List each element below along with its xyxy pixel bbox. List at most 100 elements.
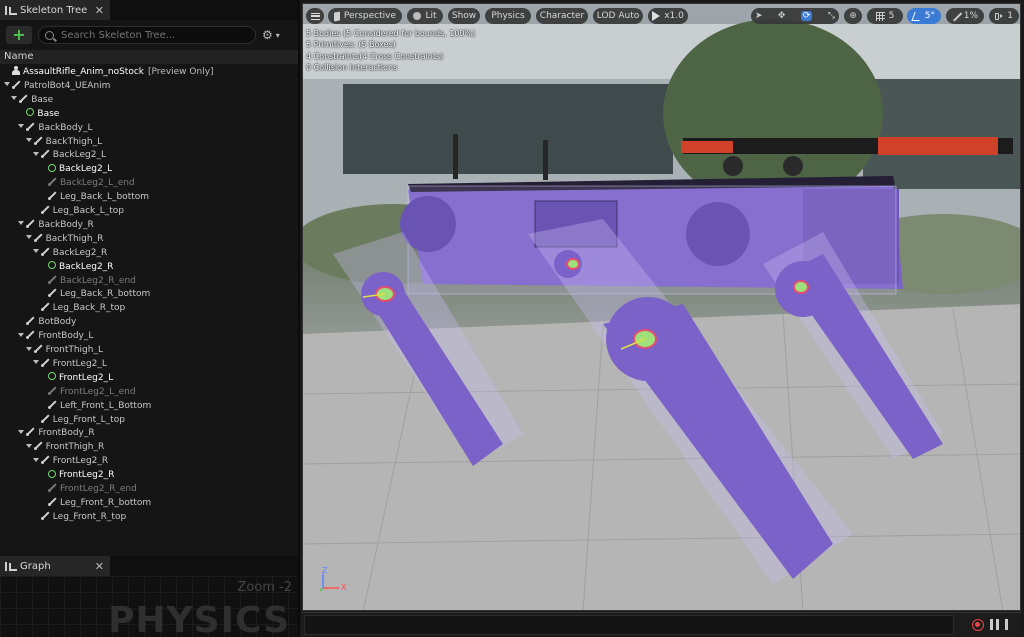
tree-row[interactable]: FrontBody_R (0, 427, 316, 441)
timeline-track[interactable] (304, 615, 954, 635)
bone-icon (48, 483, 57, 492)
scale-icon[interactable]: ⤡ (828, 11, 835, 21)
expand-arrow-icon[interactable] (4, 82, 10, 87)
expand-arrow-icon[interactable] (11, 96, 18, 101)
search-input[interactable] (59, 28, 233, 42)
zoom-label: Zoom -2 (237, 580, 292, 595)
tree-row[interactable]: Base (0, 108, 316, 122)
viewport-menu-button[interactable] (306, 8, 324, 24)
camera-speed-button[interactable]: 1 (989, 8, 1019, 24)
lod-button[interactable]: LOD Auto (593, 8, 643, 24)
pause-button[interactable] (990, 619, 999, 630)
tree-row[interactable]: BackLeg2_L_end (0, 177, 338, 191)
tree-row[interactable]: FrontThigh_L (0, 344, 324, 358)
expand-arrow-icon[interactable] (32, 360, 39, 365)
tree-row-label: BackThigh_R (45, 233, 104, 244)
angle-snap-button[interactable]: 5° (907, 8, 941, 24)
bone-icon (40, 455, 50, 465)
expand-arrow-icon[interactable] (25, 138, 32, 142)
column-header-name[interactable]: Name (0, 50, 298, 64)
perspective-button[interactable]: Perspective (328, 8, 402, 24)
perspective-cube-icon (334, 10, 340, 22)
tab-skeleton-tree[interactable]: Skeleton Tree ✕ (0, 0, 110, 20)
expand-arrow-icon[interactable] (18, 124, 25, 129)
tree-row[interactable]: BackThigh_R (0, 233, 324, 247)
step-button[interactable] (1005, 619, 1008, 630)
search-icon (45, 30, 54, 40)
expand-arrow-icon[interactable] (25, 235, 32, 240)
tree-row[interactable]: FrontLeg2_L (0, 358, 331, 372)
tree-row-label: Leg_Back_L_top (52, 206, 125, 216)
bone-icon (40, 414, 50, 423)
tree-row[interactable]: BackLeg2_L (0, 149, 331, 163)
tree-row[interactable]: Leg_Back_R_top (0, 302, 331, 316)
tree-row[interactable]: Leg_Front_R_bottom (0, 497, 338, 511)
transform-tools: ➤ ✥ ⟳ ⤡ (751, 8, 839, 24)
tree-row[interactable]: BackLeg2_R (0, 261, 338, 275)
tree-row[interactable]: BotBody (0, 316, 316, 330)
tree-row[interactable]: PatrolBot4_UEAnim (0, 80, 302, 94)
tree-row[interactable]: FrontLeg2_R (0, 455, 331, 469)
wheel-1 (723, 156, 743, 176)
tree-row[interactable]: BackBody_R (0, 219, 316, 233)
tree-row[interactable]: FrontLeg2_R (0, 469, 338, 483)
close-icon[interactable]: ✕ (95, 4, 104, 17)
bone-icon (48, 177, 57, 187)
tree-row[interactable]: Leg_Back_L_bottom (0, 191, 338, 205)
expand-arrow-icon[interactable] (32, 457, 39, 462)
tree-row[interactable]: Left_Front_L_Bottom (0, 400, 338, 414)
search-box[interactable] (38, 26, 256, 44)
expand-arrow-icon[interactable] (18, 332, 25, 337)
coordinate-space-button[interactable]: ⊕ (844, 8, 862, 24)
tab-graph[interactable]: Graph ✕ (0, 556, 110, 576)
tree-row[interactable]: BackLeg2_R (0, 247, 331, 261)
select-arrow-icon[interactable]: ➤ (755, 11, 763, 21)
expand-arrow-icon[interactable] (18, 221, 25, 226)
settings-dropdown[interactable]: ⚙ ▾ (262, 28, 292, 42)
tree-row[interactable]: Leg_Front_L_top (0, 414, 331, 428)
tree-row[interactable]: Leg_Back_L_top (0, 205, 331, 219)
tree-row[interactable]: Leg_Front_R_top (0, 511, 331, 525)
close-icon[interactable]: ✕ (95, 560, 104, 573)
tree-row[interactable]: FrontLeg2_R_end (0, 483, 338, 497)
tree-row[interactable]: BackLeg2_L (0, 163, 338, 177)
add-button[interactable]: + (6, 26, 32, 44)
move-icon[interactable]: ✥ (778, 11, 786, 21)
scale-snap-icon (952, 12, 960, 21)
bone-icon (40, 205, 50, 214)
tree-row[interactable]: Base (0, 94, 309, 108)
expand-arrow-icon[interactable] (25, 443, 32, 448)
bone-icon (48, 275, 57, 284)
play-speed-button[interactable]: x1.0 (648, 8, 688, 24)
viewport[interactable]: Perspective Lit Show Physics Character L… (302, 3, 1021, 611)
expand-arrow-icon[interactable] (32, 249, 39, 254)
tree-row[interactable]: Leg_Back_R_bottom (0, 288, 338, 302)
tree-row[interactable]: BackBody_L (0, 122, 316, 136)
expand-arrow-icon[interactable] (18, 429, 25, 434)
physics-button[interactable]: Physics (485, 8, 531, 24)
tree-row-label: BackLeg2_R (59, 261, 114, 272)
expand-arrow-icon[interactable] (32, 151, 39, 156)
character-button[interactable]: Character (536, 8, 588, 24)
skeleton-tab-bar: Skeleton Tree ✕ (0, 0, 298, 20)
grid-snap-value: 5 (888, 11, 895, 21)
scale-snap-button[interactable]: 1% (946, 8, 984, 24)
tree-row[interactable]: AssaultRifle_Anim_noStock [Preview Only] (0, 66, 302, 80)
show-button[interactable]: Show (448, 8, 480, 24)
tree-row[interactable]: FrontLeg2_L (0, 372, 338, 386)
bone-icon (40, 247, 50, 256)
expand-arrow-icon[interactable] (25, 346, 32, 351)
tree-row[interactable]: FrontBody_L (0, 330, 316, 344)
physics-graph[interactable]: Zoom -2 PHYSICS (0, 576, 298, 637)
tree-row-label: FrontLeg2_L (52, 358, 107, 369)
rotate-icon[interactable]: ⟳ (800, 11, 813, 21)
grid-snap-button[interactable]: 5 (867, 8, 903, 24)
record-button[interactable] (972, 619, 984, 631)
tree-row[interactable]: FrontLeg2_L_end (0, 386, 338, 400)
tree-row-label: FrontLeg2_R (59, 470, 115, 481)
tree-row[interactable]: BackThigh_L (0, 136, 324, 150)
tree-row[interactable]: FrontThigh_R (0, 441, 324, 455)
lit-button[interactable]: Lit (407, 8, 443, 24)
bone-icon (40, 149, 50, 159)
tree-row[interactable]: BackLeg2_R_end (0, 275, 338, 289)
